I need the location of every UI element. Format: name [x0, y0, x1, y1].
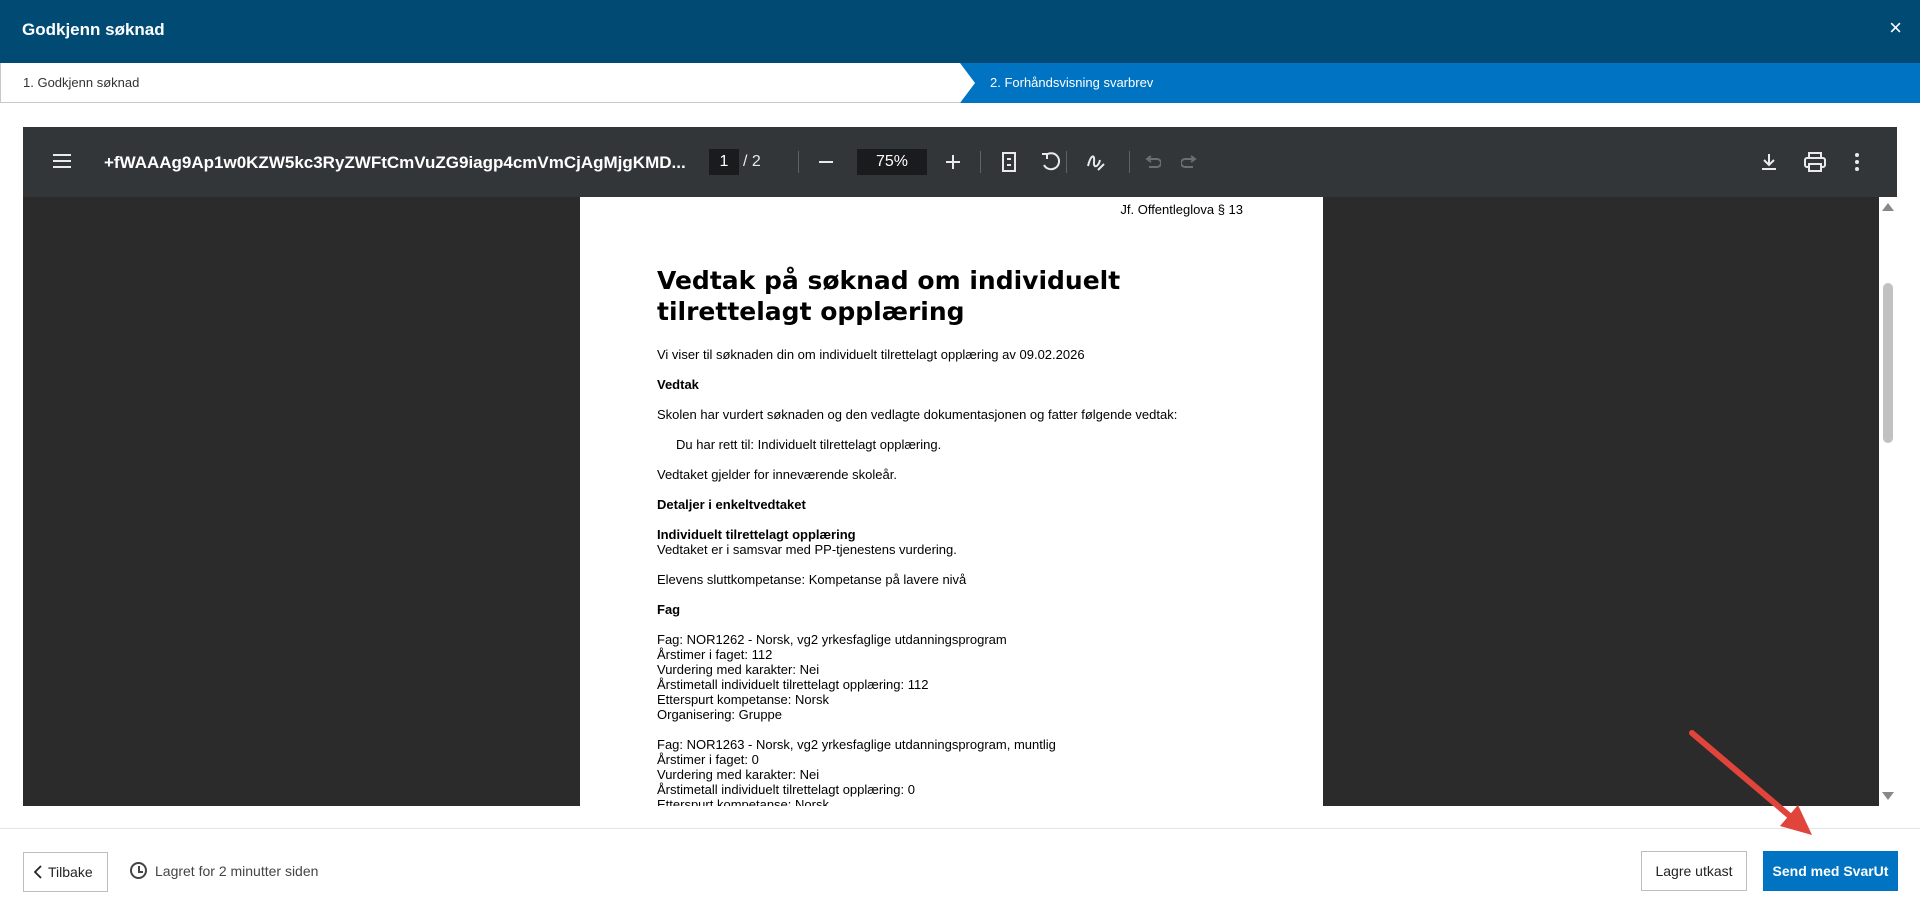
scrollbar-thumb[interactable]	[1883, 283, 1893, 443]
document-title: Vedtak på søknad om individuelt tilrette…	[657, 266, 1121, 326]
doc-line: Vurdering med karakter: Nei	[657, 767, 820, 782]
doc-line: Årstimer i faget: 0	[657, 752, 759, 767]
document-reference: Jf. Offentleglova § 13	[1120, 202, 1243, 217]
doc-heading: Detaljer i enkeltvedtaket	[657, 497, 806, 512]
doc-heading: Individuelt tilrettelagt opplæring	[657, 527, 856, 542]
minus-icon[interactable]	[818, 154, 834, 170]
download-icon[interactable]	[1760, 152, 1778, 172]
doc-line: Årstimetall individuelt tilrettelagt opp…	[657, 677, 929, 692]
step-indicator: 1. Godkjenn søknad 2. Forhåndsvisning sv…	[0, 63, 1920, 103]
save-status-text: Lagret for 2 minutter siden	[155, 862, 319, 879]
pdf-filename: +fWAAAg9Ap1w0KZW5kc3RyZWFtCmVuZG9iagp4cm…	[104, 153, 686, 172]
doc-line: Skolen har vurdert søknaden og den vedla…	[657, 407, 1178, 422]
undo-icon[interactable]	[1143, 154, 1161, 170]
pdf-page: Jf. Offentleglova § 13 Vedtak på søknad …	[580, 197, 1323, 806]
doc-line: Etterspurt kompetanse: Norsk	[657, 797, 829, 806]
pdf-toolbar: +fWAAAg9Ap1w0KZW5kc3RyZWFtCmVuZG9iagp4cm…	[23, 127, 1897, 197]
doc-line: Vi viser til søknaden din om individuelt…	[657, 347, 1085, 362]
back-button[interactable]: Tilbake	[23, 852, 108, 892]
toolbar-divider	[980, 151, 981, 173]
step-approve-label: 1. Godkjenn søknad	[23, 75, 140, 90]
doc-line: Årstimer i faget: 112	[657, 647, 773, 662]
rotate-icon[interactable]	[1040, 151, 1062, 173]
doc-line: Etterspurt kompetanse: Norsk	[657, 692, 829, 707]
step-approve[interactable]: 1. Godkjenn søknad	[0, 63, 975, 103]
dialog-title: Godkjenn søknad	[22, 20, 165, 39]
toolbar-divider	[798, 151, 799, 173]
save-status: Lagret for 2 minutter siden	[130, 862, 318, 879]
doc-line: Vedtaket er i samsvar med PP-tjenestens …	[657, 542, 957, 557]
zoom-input[interactable]: 75%	[857, 149, 927, 175]
annotation-arrow-icon	[1689, 730, 1812, 835]
toolbar-divider	[1129, 151, 1130, 173]
plus-icon[interactable]	[945, 154, 961, 170]
pdf-viewer: +fWAAAg9Ap1w0KZW5kc3RyZWFtCmVuZG9iagp4cm…	[23, 127, 1897, 806]
doc-line: Fag: NOR1263 - Norsk, vg2 yrkesfaglige u…	[657, 737, 1056, 752]
close-icon[interactable]: ×	[1889, 17, 1902, 39]
print-icon[interactable]	[1804, 152, 1826, 172]
doc-line: Årstimetall individuelt tilrettelagt opp…	[657, 782, 915, 797]
page-number-input[interactable]: 1	[709, 149, 739, 175]
fit-page-icon[interactable]	[1002, 152, 1016, 172]
toolbar-divider	[1066, 151, 1067, 173]
doc-line: Organisering: Gruppe	[657, 707, 783, 722]
doc-line: Vurdering med karakter: Nei	[657, 662, 820, 677]
doc-line: Fag: NOR1262 - Norsk, vg2 yrkesfaglige u…	[657, 632, 1007, 647]
scroll-down-icon[interactable]	[1882, 792, 1894, 800]
chevron-left-icon	[34, 865, 42, 879]
doc-line: Elevens sluttkompetanse: Kompetanse på l…	[657, 572, 967, 587]
clock-icon	[130, 862, 147, 879]
back-button-label: Tilbake	[48, 864, 93, 880]
page-total: / 2	[743, 153, 761, 170]
redo-icon[interactable]	[1181, 154, 1199, 170]
doc-line: Vedtaket gjelder for inneværende skoleår…	[657, 467, 897, 482]
dialog-header: Godkjenn søknad ×	[0, 0, 1920, 63]
scroll-up-icon[interactable]	[1882, 203, 1894, 211]
save-draft-button[interactable]: Lagre utkast	[1641, 851, 1747, 891]
more-icon[interactable]	[1854, 152, 1860, 172]
annotate-icon[interactable]	[1086, 152, 1106, 172]
doc-line: Du har rett til: Individuelt tilrettelag…	[676, 437, 942, 452]
doc-heading: Vedtak	[657, 377, 699, 392]
doc-heading: Fag	[657, 602, 681, 617]
send-svarut-button[interactable]: Send med SvarUt	[1763, 851, 1898, 891]
step-preview-label[interactable]: 2. Forhåndsvisning svarbrev	[990, 75, 1153, 90]
menu-icon[interactable]	[53, 153, 71, 169]
pdf-scrollbar[interactable]	[1879, 197, 1897, 806]
footer-divider	[0, 828, 1920, 829]
